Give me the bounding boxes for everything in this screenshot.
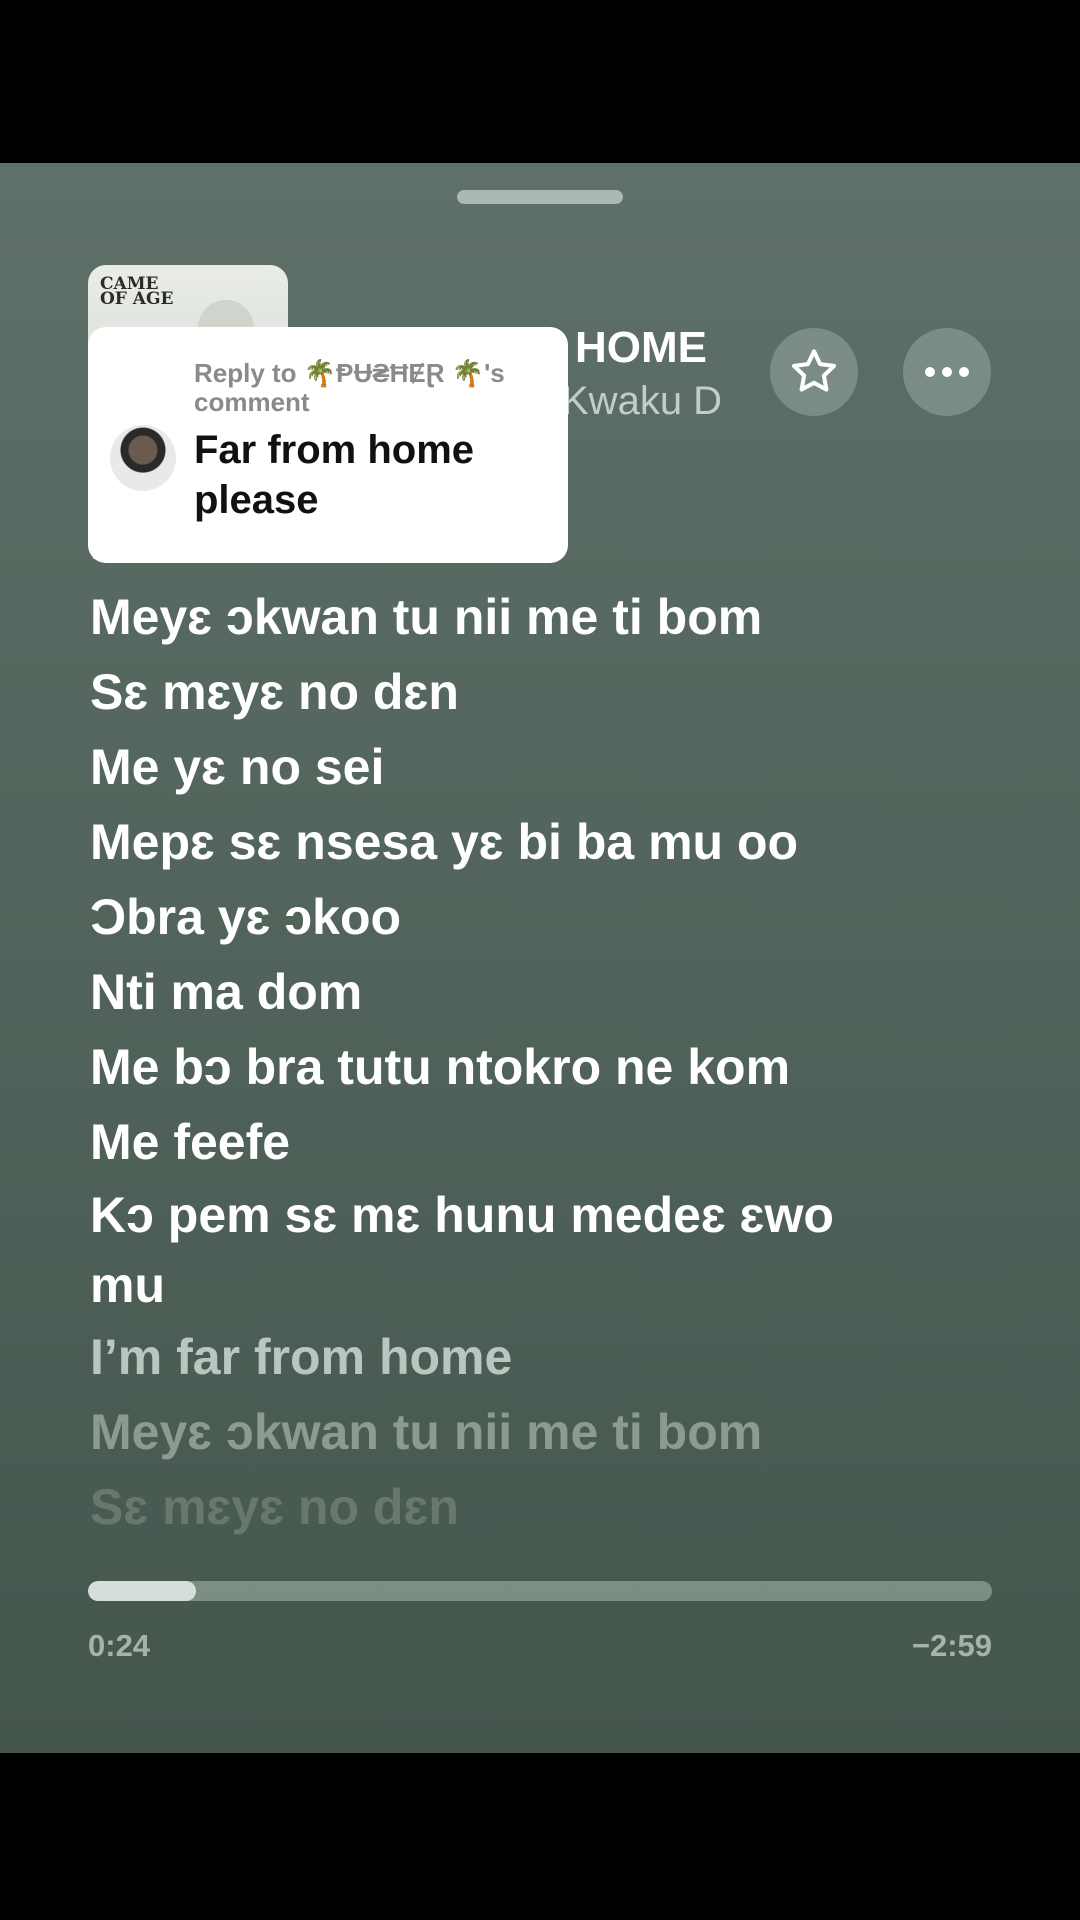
lyric-line[interactable]: Me feefe bbox=[90, 1105, 1010, 1180]
lyric-line[interactable]: I’m far from home bbox=[90, 1320, 1010, 1395]
now-playing-lyrics-sheet: CAME OF AGE HOME Kwaku D I’m far from ho… bbox=[0, 163, 1080, 1753]
lyric-line[interactable]: Me yɛ no sei bbox=[90, 730, 1010, 805]
lyric-line[interactable]: Meyɛ ɔkwan tu nii me ti bom bbox=[90, 580, 1010, 655]
playback-progress-fill bbox=[88, 1581, 197, 1601]
lyric-line[interactable]: Ɔbra yɛ ɔkoo bbox=[90, 880, 1010, 955]
song-title[interactable]: HOME bbox=[575, 323, 755, 373]
lyric-line[interactable]: Nti ma dom bbox=[90, 955, 1010, 1030]
lyric-line[interactable]: Sɛ mɛyɛ no dɛn bbox=[90, 1470, 1010, 1545]
lyrics-list[interactable]: I’m far from home Meyɛ ɔkwan tu nii me t… bbox=[90, 533, 1010, 1705]
sheet-grabber-handle[interactable] bbox=[457, 190, 623, 204]
playback-progress-bar[interactable] bbox=[88, 1581, 992, 1601]
lyric-line[interactable]: Sɛ mɛyɛ no dɛn bbox=[90, 655, 1010, 730]
album-art-title: CAME OF AGE bbox=[100, 274, 174, 309]
elapsed-time: 0:24 bbox=[88, 1628, 151, 1663]
reply-header: Reply to 🌴ⱣɄ₴ĦɆⱤ 🌴's comment bbox=[194, 358, 505, 417]
lyric-line[interactable]: Meyɛ ɔkwan tu nii me ti bom bbox=[90, 1395, 1010, 1470]
lyric-line[interactable]: Mepɛ sɛ nsesa yɛ bi ba mu oo bbox=[90, 805, 1010, 880]
star-icon bbox=[791, 349, 837, 392]
ellipsis-icon bbox=[925, 367, 969, 377]
avatar bbox=[110, 425, 176, 491]
more-options-button[interactable] bbox=[903, 328, 991, 416]
favorite-button[interactable] bbox=[770, 328, 858, 416]
screen: CAME OF AGE HOME Kwaku D I’m far from ho… bbox=[0, 0, 1080, 1920]
lyric-line[interactable]: Kɔ pem sɛ mɛ hunu medeɛ ɛwo mu bbox=[90, 1180, 890, 1320]
song-artist[interactable]: Kwaku D bbox=[562, 379, 752, 424]
reply-comment-card[interactable]: Reply to 🌴ⱣɄ₴ĦɆⱤ 🌴's comment Far from ho… bbox=[88, 327, 568, 563]
remaining-time: −2:59 bbox=[911, 1628, 992, 1663]
reply-comment-text: Far from home please bbox=[194, 428, 475, 522]
lyric-line[interactable]: Me bɔ bra tutu ntokro ne kom bbox=[90, 1030, 1010, 1105]
